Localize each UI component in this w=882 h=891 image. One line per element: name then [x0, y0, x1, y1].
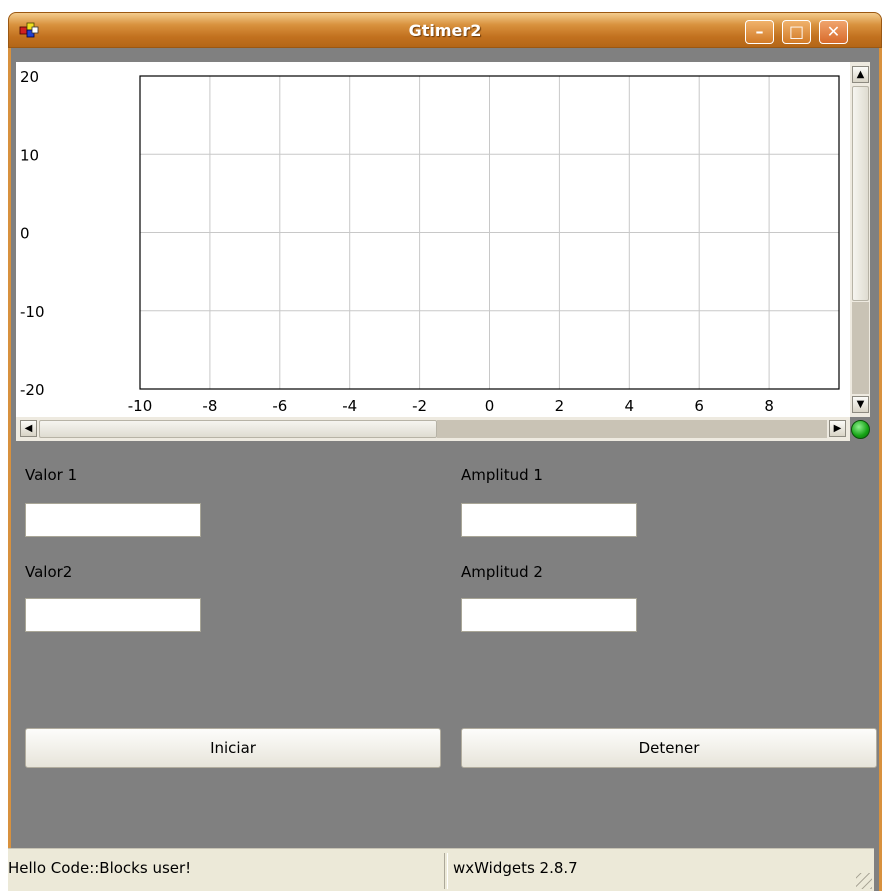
valor1-label: Valor 1 — [25, 466, 78, 484]
arrow-left-icon: ◀ — [24, 423, 33, 434]
amplitud2-field[interactable] — [461, 598, 637, 632]
minimize-icon: – — [755, 22, 764, 41]
x-tick-label: -4 — [342, 397, 357, 415]
x-tick-label: 0 — [485, 397, 495, 415]
status-bar: Hello Code::Blocks user! wxWidgets 2.8.7 — [8, 848, 874, 891]
horizontal-scroll-thumb[interactable] — [39, 420, 437, 438]
scroll-up-button[interactable]: ▲ — [852, 66, 869, 83]
status-led-icon — [851, 420, 870, 439]
close-icon: ✕ — [826, 22, 841, 41]
scroll-right-button[interactable]: ▶ — [829, 420, 846, 437]
arrow-up-icon: ▲ — [856, 69, 865, 80]
x-tick-label: 8 — [764, 397, 774, 415]
x-tick-label: 2 — [555, 397, 565, 415]
valor2-label: Valor2 — [25, 563, 73, 581]
vertical-scroll-track[interactable] — [852, 302, 869, 394]
x-tick-label: -6 — [272, 397, 287, 415]
stop-button[interactable]: Detener — [461, 728, 877, 768]
status-text-left: Hello Code::Blocks user! — [8, 859, 192, 877]
arrow-down-icon: ▼ — [856, 399, 865, 410]
resize-grip-icon[interactable] — [856, 873, 872, 889]
plot-canvas[interactable]: -10 -8 -6 -4 -2 0 2 4 6 820100-10-20 — [16, 62, 850, 417]
y-tick-label: 20 — [20, 68, 39, 86]
vertical-scrollbar[interactable]: ▲ ▼ — [850, 62, 870, 417]
maximize-button[interactable]: □ — [782, 20, 811, 44]
title-bar[interactable]: Gtimer2 – □ ✕ — [8, 12, 882, 48]
close-button[interactable]: ✕ — [819, 20, 848, 44]
x-tick-label: 6 — [694, 397, 704, 415]
y-tick-label: -10 — [20, 303, 45, 321]
status-divider — [444, 853, 448, 889]
horizontal-scroll-track[interactable] — [437, 420, 827, 438]
maximize-icon: □ — [788, 22, 805, 41]
valor2-field[interactable] — [25, 598, 201, 632]
amplitud1-label: Amplitud 1 — [461, 466, 543, 484]
scroll-down-button[interactable]: ▼ — [852, 396, 869, 413]
plot-area[interactable]: -10 -8 -6 -4 -2 0 2 4 6 8 20 10 0 -10 -20 — [16, 62, 850, 417]
y-tick-label: 0 — [20, 225, 30, 243]
valor1-field[interactable] — [25, 503, 201, 537]
status-text-right: wxWidgets 2.8.7 — [453, 859, 578, 877]
amplitud1-field[interactable] — [461, 503, 637, 537]
y-tick-label: -20 — [20, 381, 45, 399]
vertical-scroll-thumb[interactable] — [852, 86, 869, 301]
arrow-right-icon: ▶ — [833, 423, 842, 434]
scroll-left-button[interactable]: ◀ — [20, 420, 37, 437]
x-tick-label: 4 — [625, 397, 635, 415]
x-tick-label: -2 — [412, 397, 427, 415]
start-button[interactable]: Iniciar — [25, 728, 441, 768]
x-tick-label: -10 — [128, 397, 153, 415]
x-tick-label: -8 — [202, 397, 217, 415]
y-tick-label: 10 — [20, 146, 39, 164]
amplitud2-label: Amplitud 2 — [461, 563, 543, 581]
minimize-button[interactable]: – — [745, 20, 774, 44]
horizontal-scrollbar[interactable]: ◀ ▶ — [16, 417, 850, 441]
